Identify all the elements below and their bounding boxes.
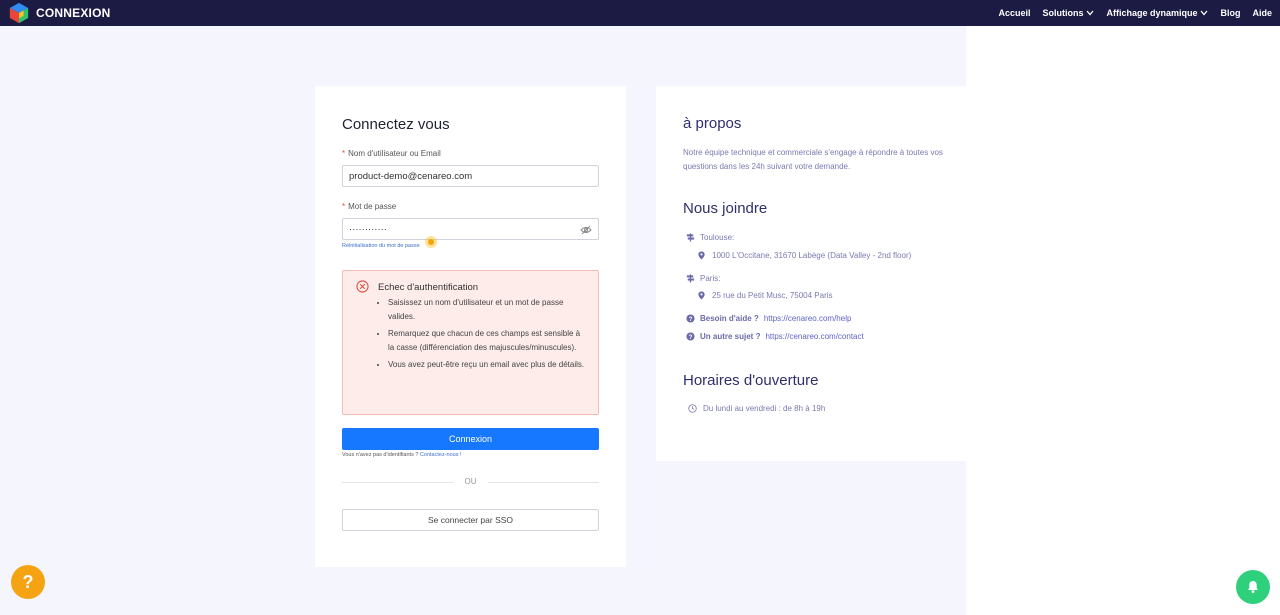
about-text: Notre équipe technique et commerciale s'… [683,148,943,171]
or-divider: OU [342,477,599,487]
nav-affichage-label: Affichage dynamique [1106,8,1198,18]
hours-title: Horaires d'ouverture [683,372,819,389]
username-value: product-demo@cenareo.com [349,170,473,182]
about-title: à propos [683,115,742,132]
help-contact: ? Besoin d'aide ? https://cenareo.com/he… [686,314,851,323]
clock-icon [688,404,697,413]
username-input[interactable]: product-demo@cenareo.com [342,165,599,187]
brand-name: CONNEXION [36,6,111,20]
about-card: à propos Notre équipe technique et comme… [656,86,966,461]
error-item: Remarquez que chacun de ces champs est s… [388,327,588,354]
no-account-label: Vous n'avez pas d'identifiants ? [342,452,419,458]
login-button[interactable]: Connexion [342,428,599,450]
office-address-label: 1000 L'Occitane, 31670 Labège (Data Vall… [712,251,912,260]
contact-url-link[interactable]: https://cenareo.com/contact [765,332,863,341]
error-list: Saisissez un nom d'utilisateur et un mot… [388,296,588,376]
nav-accueil-label: Accueil [998,8,1031,18]
chevron-down-icon [1200,9,1208,18]
divider-line [488,482,599,483]
question-mark-icon: ? [22,571,34,592]
password-label: * Mot de passe [342,202,396,211]
office-city-label: Paris: [700,274,721,283]
error-item: Saisissez un nom d'utilisateur et un mot… [388,296,588,323]
help-floating-button[interactable]: ? [11,565,45,599]
no-account-text: Vous n'avez pas d'identifiants ? Contact… [342,452,462,458]
nav-solutions-label: Solutions [1042,8,1084,18]
nav-aide-label: Aide [1252,8,1272,18]
svg-text:?: ? [689,334,693,341]
brand-logo[interactable]: CONNEXION [8,2,110,24]
password-input[interactable]: ············ [342,218,599,240]
password-value: ············ [349,223,387,235]
nav-accueil[interactable]: Accueil [998,8,1030,18]
error-title: Echec d'authentification [378,282,479,293]
eye-slash-icon[interactable] [580,224,592,236]
login-card: Connectez vous * Nom d'utilisateur ou Ema… [315,86,626,567]
top-navbar: CONNEXION Accueil Solutions Affichage dy… [0,0,1280,26]
notification-floating-button[interactable] [1236,570,1270,604]
error-item: Vous avez peut-être reçu un email avec p… [388,358,588,372]
bell-icon [1248,581,1258,594]
signpost-icon [686,233,695,242]
map-pin-icon [698,251,705,260]
cursor-indicator [425,236,437,248]
help-link[interactable]: https://cenareo.com/help [764,314,852,323]
contact-link[interactable]: Contactez-nous ! [420,452,462,458]
error-alert: Echec d'authentification Saisissez un no… [342,270,599,415]
nav-aide[interactable]: Aide [1252,8,1272,18]
other-label: Un autre sujet ? [700,332,761,341]
svg-text:?: ? [689,316,693,323]
reset-password-link[interactable]: Réinitialisation du mot de passe [342,243,420,249]
nav-affichage-dynamique[interactable]: Affichage dynamique [1106,8,1208,18]
hours-line: Du lundi au vendredi : de 8h à 19h [688,404,825,413]
username-label: * Nom d'utilisateur ou Email [342,149,441,158]
office-city-paris: Paris: [686,274,720,283]
question-circle-icon: ? [686,332,695,341]
office-address-paris: 25 rue du Petit Musc, 75004 Paris [697,291,833,300]
nav-blog-label: Blog [1220,8,1241,18]
sso-button[interactable]: Se connecter par SSO [342,509,599,531]
question-circle-icon: ? [686,314,695,323]
other-contact: ? Un autre sujet ? https://cenareo.com/c… [686,332,864,341]
chevron-down-icon [1086,9,1094,18]
help-label: Besoin d'aide ? [700,314,759,323]
nav-solutions[interactable]: Solutions [1042,8,1094,18]
office-address-label: 25 rue du Petit Musc, 75004 Paris [712,291,833,300]
username-label-text: Nom d'utilisateur ou Email [348,149,441,158]
login-title: Connectez vous [342,116,450,133]
join-title: Nous joindre [683,200,768,217]
required-mark: * [342,202,346,211]
required-mark: * [342,149,346,158]
error-circle-icon [356,280,369,293]
hours-text: Du lundi au vendredi : de 8h à 19h [703,404,826,413]
office-city-label: Toulouse: [700,233,735,242]
main-nav: Accueil Solutions Affichage dynamique Bl… [998,0,1272,26]
cube-logo-icon [9,2,29,24]
map-pin-icon [698,291,705,300]
nav-blog[interactable]: Blog [1220,8,1240,18]
office-city-toulouse: Toulouse: [686,233,734,242]
signpost-icon [686,274,695,283]
office-address-toulouse: 1000 L'Occitane, 31670 Labège (Data Vall… [697,251,911,260]
password-label-text: Mot de passe [348,202,397,211]
